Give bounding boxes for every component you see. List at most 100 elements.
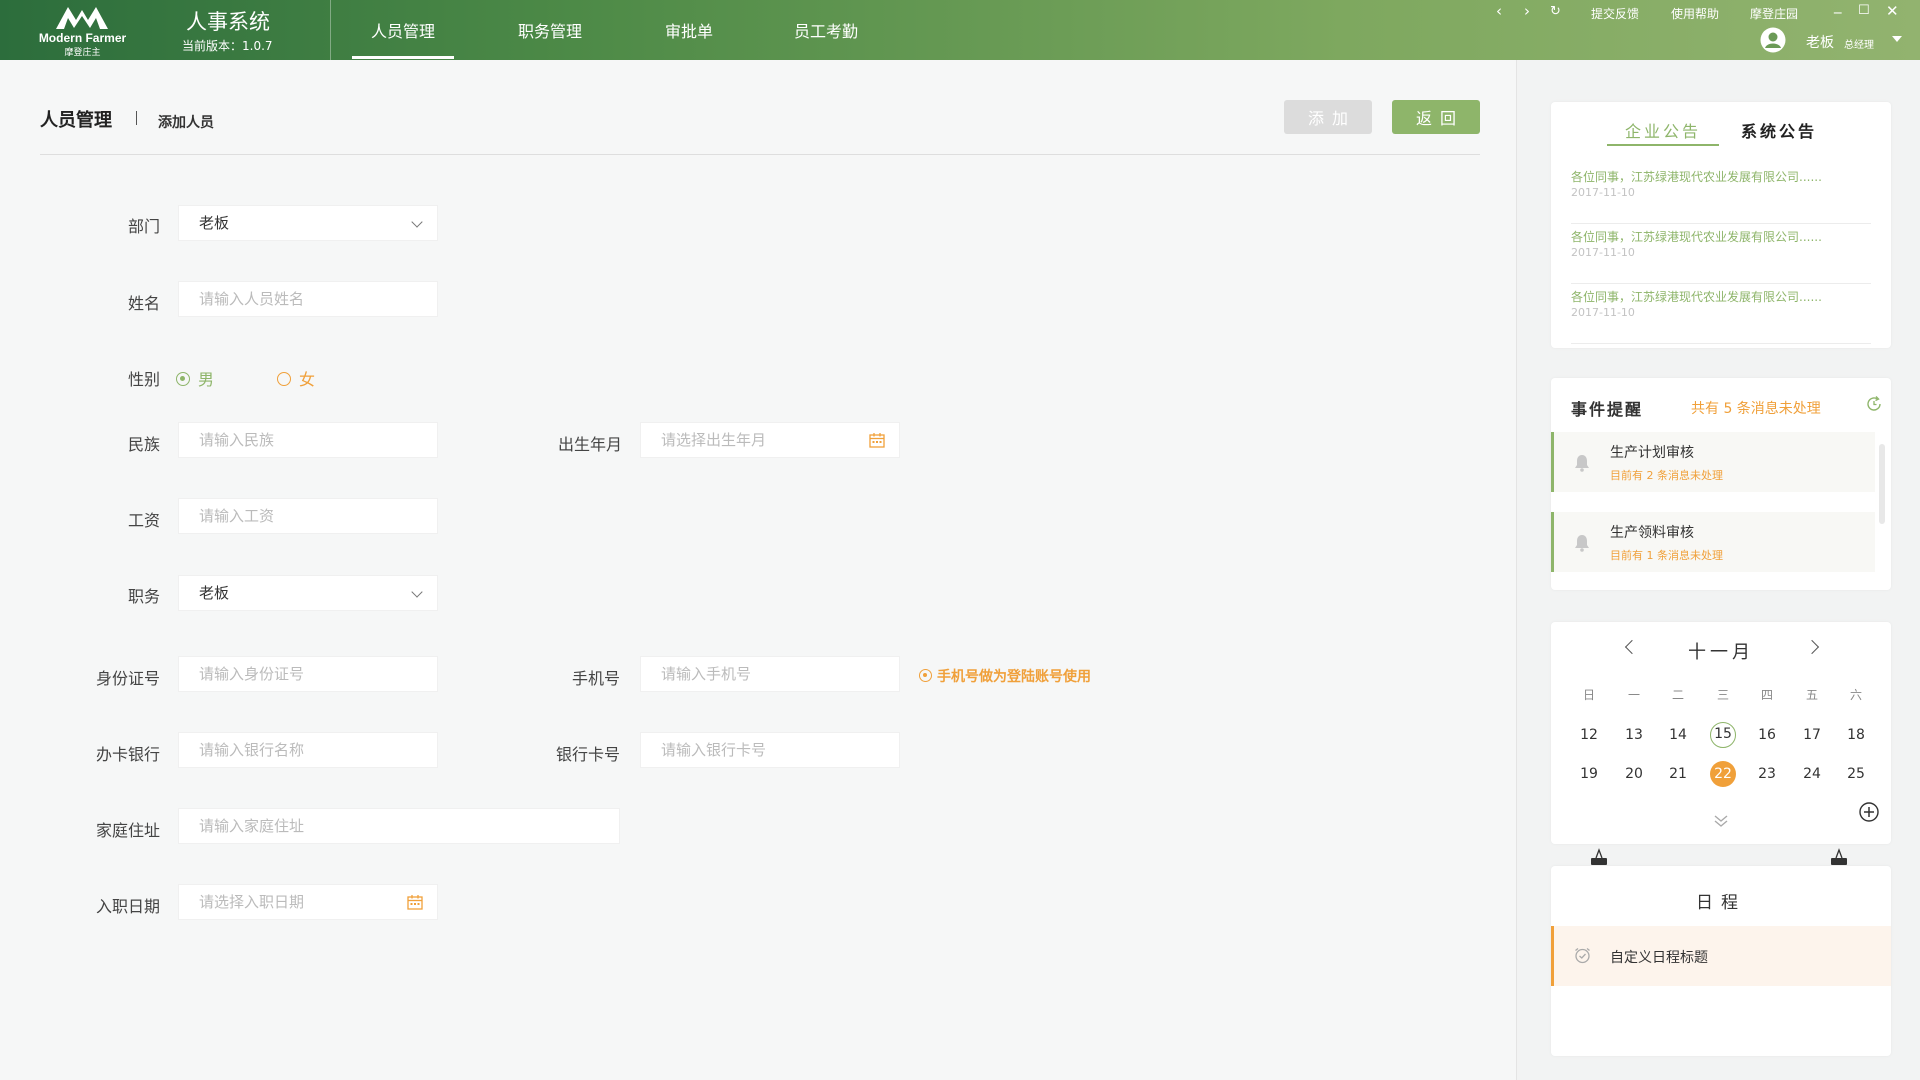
minimize-icon[interactable]: _	[1834, 0, 1842, 14]
gender-label: 性别	[127, 370, 160, 389]
event-scrollbar[interactable]	[1879, 444, 1885, 524]
page-subtitle: 添加人员	[158, 115, 214, 131]
name-input[interactable]: 请输入人员姓名	[178, 281, 438, 317]
calendar-day[interactable]: 25	[1843, 761, 1869, 787]
event-title: 事件提醒	[1571, 400, 1644, 419]
position-select[interactable]: 老板	[178, 575, 438, 611]
address-input[interactable]: 请输入家庭住址	[178, 808, 620, 844]
add-button[interactable]: 添加	[1284, 100, 1372, 134]
calendar-day[interactable]: 19	[1576, 761, 1602, 787]
calendar-day[interactable]: 14	[1665, 722, 1691, 748]
notice-date: 2017-11-10	[1571, 246, 1635, 259]
tab-positions[interactable]: 职务管理	[518, 18, 582, 42]
notice-title: 各位同事，江苏绿港现代农业发展有限公司......	[1571, 170, 1822, 184]
gender-male-radio[interactable]: 男	[176, 366, 214, 390]
breadcrumb-separator	[136, 111, 137, 125]
tab-approvals[interactable]: 审批单	[665, 18, 713, 42]
id-card-input[interactable]: 请输入身份证号	[178, 656, 438, 692]
calendar-day[interactable]: 16	[1754, 722, 1780, 748]
position-label: 职务	[127, 587, 160, 606]
schedule-item-title: 自定义日程标题	[1610, 950, 1708, 966]
user-avatar-icon[interactable]	[1760, 27, 1786, 53]
event-item[interactable]: 生产计划审核 目前有 2 条消息未处理	[1551, 432, 1875, 492]
birth-date-picker[interactable]: 请选择出生年月	[640, 422, 900, 458]
double-chevron-down-icon[interactable]	[1713, 814, 1729, 828]
page-title: 人员管理	[40, 110, 112, 131]
calendar-icon	[407, 895, 423, 910]
nav-forward-icon[interactable]: ›	[1524, 2, 1530, 20]
calendar-day[interactable]: 24	[1799, 761, 1825, 787]
tab-personnel[interactable]: 人员管理	[351, 18, 455, 59]
right-sidebar: 企业公告 系统公告 各位同事，江苏绿港现代农业发展有限公司...... 2017…	[1516, 60, 1920, 1080]
notice-title: 各位同事，江苏绿港现代农业发展有限公司......	[1571, 230, 1822, 244]
calendar-day[interactable]: 12	[1576, 722, 1602, 748]
weekday-label: 日	[1582, 688, 1595, 702]
notice-item[interactable]: 各位同事，江苏绿港现代农业发展有限公司...... 2017-11-10	[1571, 284, 1871, 344]
nav-back-icon[interactable]: ‹	[1496, 2, 1502, 20]
alarm-clock-icon	[1575, 947, 1590, 964]
bell-icon	[1575, 535, 1589, 552]
tab-company-notice[interactable]: 企业公告	[1606, 118, 1720, 146]
salary-input[interactable]: 请输入工资	[178, 498, 438, 534]
schedule-title: 日程	[1696, 893, 1746, 913]
phone-input[interactable]: 请输入手机号	[640, 656, 900, 692]
calendar-day[interactable]: 13	[1621, 722, 1647, 748]
bank-label: 办卡银行	[95, 745, 160, 764]
gender-female-label: 女	[299, 370, 316, 389]
calendar-day[interactable]: 21	[1665, 761, 1691, 787]
ethnicity-input[interactable]: 请输入民族	[178, 422, 438, 458]
back-button[interactable]: 返回	[1392, 100, 1480, 134]
weekday-label: 三	[1716, 688, 1729, 702]
radio-checked-icon	[176, 372, 190, 386]
binder-clip-icon	[1831, 848, 1847, 865]
bank-card-input[interactable]: 请输入银行卡号	[640, 732, 900, 768]
event-sub: 目前有 2 条消息未处理	[1610, 469, 1723, 482]
gender-male-label: 男	[198, 370, 215, 389]
schedule-item[interactable]: 自定义日程标题	[1551, 926, 1891, 986]
event-name: 生产领料审核	[1610, 525, 1694, 541]
phone-hint-text: 手机号做为登陆账号使用	[937, 669, 1091, 685]
position-value: 老板	[199, 584, 230, 602]
calendar-day[interactable]: 17	[1799, 722, 1825, 748]
notice-title: 各位同事，江苏绿港现代农业发展有限公司......	[1571, 290, 1822, 304]
logo-text-en: Modern Farmer	[38, 31, 127, 45]
user-name[interactable]: 老板	[1806, 32, 1834, 52]
logo-text-cn: 摩登庄主	[64, 48, 101, 58]
calendar-day-selected[interactable]: 22	[1710, 761, 1736, 787]
maximize-icon[interactable]: ☐	[1858, 3, 1870, 18]
birth-label: 出生年月	[557, 435, 622, 454]
calendar-day[interactable]: 20	[1621, 761, 1647, 787]
tab-system-notice[interactable]: 系统公告	[1741, 118, 1817, 142]
notice-item[interactable]: 各位同事，江苏绿港现代农业发展有限公司...... 2017-11-10	[1571, 164, 1871, 224]
notice-item[interactable]: 各位同事，江苏绿港现代农业发展有限公司...... 2017-11-10	[1571, 224, 1871, 284]
calendar-day[interactable]: 18	[1843, 722, 1869, 748]
add-circle-icon[interactable]	[1859, 802, 1879, 822]
feedback-link[interactable]: 提交反馈	[1591, 5, 1639, 22]
refresh-icon[interactable]	[1865, 395, 1883, 413]
help-link[interactable]: 使用帮助	[1671, 5, 1719, 22]
gender-female-radio[interactable]: 女	[277, 366, 315, 390]
salary-label: 工资	[127, 511, 160, 530]
calendar-day-today[interactable]: 15	[1710, 722, 1736, 748]
tab-attendance[interactable]: 员工考勤	[794, 18, 858, 42]
app-title: 人事系统	[186, 10, 270, 34]
department-label: 部门	[127, 217, 160, 236]
phone-hint: 手机号做为登陆账号使用	[919, 666, 1091, 686]
weekday-label: 六	[1849, 688, 1862, 702]
info-icon	[919, 669, 932, 682]
title-divider	[40, 154, 1480, 155]
garden-link[interactable]: 摩登庄园	[1750, 5, 1798, 22]
app-logo: Modern Farmer 摩登庄主	[0, 0, 165, 60]
calendar-day[interactable]: 23	[1754, 761, 1780, 787]
refresh-icon[interactable]: ↻	[1550, 4, 1561, 19]
event-item[interactable]: 生产领料审核 目前有 1 条消息未处理	[1551, 512, 1875, 572]
event-sub: 目前有 1 条消息未处理	[1610, 549, 1723, 562]
user-menu-caret-icon[interactable]	[1892, 36, 1902, 42]
close-icon[interactable]: ✕	[1886, 2, 1899, 20]
join-date-label: 入职日期	[95, 897, 160, 916]
join-date-picker[interactable]: 请选择入职日期	[178, 884, 438, 920]
department-select[interactable]: 老板	[178, 205, 438, 241]
bank-input[interactable]: 请输入银行名称	[178, 732, 438, 768]
notice-date: 2017-11-10	[1571, 186, 1635, 199]
event-count: 共有 5 条消息未处理	[1691, 401, 1821, 417]
